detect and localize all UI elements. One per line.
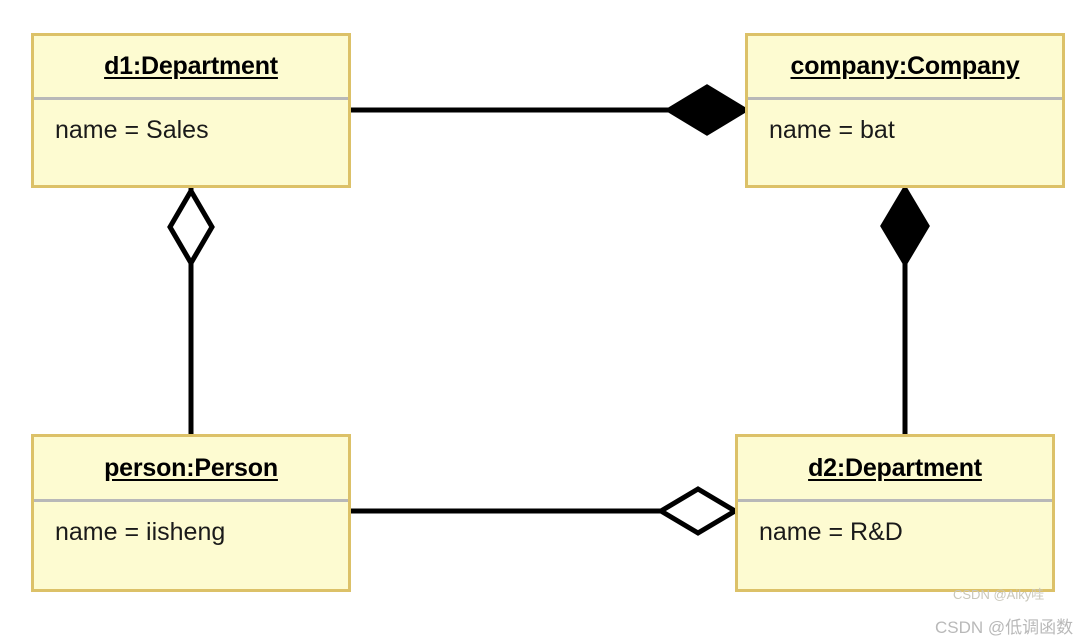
edge-d1-person	[167, 186, 215, 434]
object-node-body-d1: name = Sales	[34, 100, 348, 185]
object-node-attribute-person: name = iisheng	[55, 518, 226, 546]
hollow-diamond-icon-person-d2	[656, 486, 740, 536]
object-node-body-d2: name = R&D	[738, 502, 1052, 589]
object-node-attribute-d2: name = R&D	[759, 518, 903, 546]
object-node-d1[interactable]: d1:Department name = Sales	[31, 33, 351, 188]
object-node-d2[interactable]: d2:Department name = R&D	[735, 434, 1055, 592]
object-node-title-person: person:Person	[104, 453, 278, 482]
object-node-attribute-d1: name = Sales	[55, 116, 209, 144]
object-node-person[interactable]: person:Person name = iisheng	[31, 434, 351, 592]
object-node-title-d1: d1:Department	[104, 52, 278, 80]
edge-d1-company	[351, 84, 750, 136]
uml-object-diagram-canvas: d1:Department name = Sales company:Company…	[0, 0, 1091, 644]
object-node-company[interactable]: company:Company name = bat	[745, 33, 1065, 188]
edge-person-d2	[351, 486, 740, 536]
filled-diamond-icon-d1-company	[664, 84, 750, 136]
object-node-header-company: company:Company	[748, 36, 1062, 100]
edge-company-d2	[880, 184, 930, 434]
object-node-header-d1: d1:Department	[34, 36, 348, 100]
object-node-title-company: company:Company	[790, 52, 1020, 80]
object-node-body-person: name = iisheng	[34, 502, 348, 589]
object-node-body-company: name = bat	[748, 100, 1062, 185]
object-node-title-d2: d2:Department	[808, 453, 982, 482]
watermark-inner: CSDN @Aiky哇	[953, 587, 1045, 602]
object-node-header-d2: d2:Department	[738, 437, 1052, 502]
object-node-attribute-company: name = bat	[769, 116, 895, 144]
filled-diamond-icon-company-d2	[880, 184, 930, 268]
hollow-diamond-icon-d1-person	[167, 186, 215, 268]
object-node-header-person: person:Person	[34, 437, 348, 502]
watermark-outer: CSDN @低调函数	[935, 618, 1074, 637]
